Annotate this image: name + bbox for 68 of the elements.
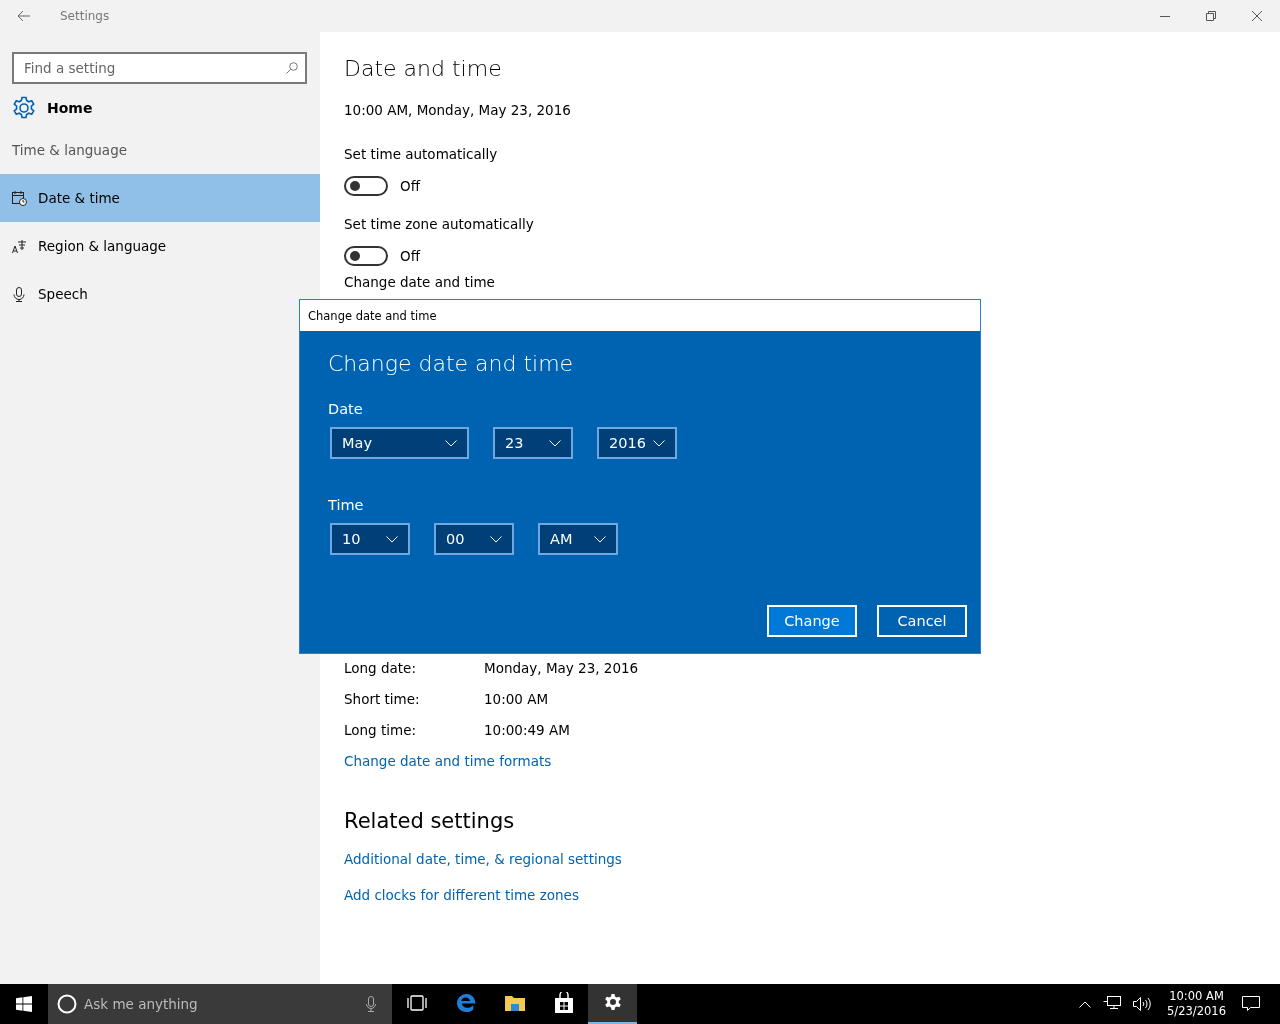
formats-link[interactable]: Change date and time formats	[344, 753, 552, 769]
microphone-icon	[12, 286, 27, 302]
section-heading: Time & language	[12, 142, 127, 160]
toggle-switch[interactable]	[344, 176, 388, 196]
taskbar-app-button[interactable]	[588, 984, 637, 1024]
toggle-state: Off	[400, 178, 420, 194]
microphone-icon[interactable]	[366, 996, 376, 1012]
taskbar-search-field[interactable]: Ask me anything	[48, 984, 392, 1024]
clock-time: 10:00 AM	[1169, 989, 1224, 1004]
task-view-icon	[406, 995, 427, 1011]
calendar-icon	[12, 190, 27, 206]
restore-icon	[1206, 11, 1216, 21]
close-icon	[1252, 11, 1262, 21]
toggle-switch[interactable]	[344, 246, 388, 266]
chevron-down-icon	[386, 535, 398, 543]
field-label: Date	[328, 401, 363, 419]
folder-icon	[503, 993, 526, 1013]
browser-icon	[454, 992, 477, 1014]
chevron-down-icon	[445, 439, 457, 447]
dropdown[interactable]: 2016	[597, 427, 677, 459]
format-value: 10:00:49 AM	[484, 722, 571, 740]
language-icon	[12, 238, 27, 254]
notification-icon[interactable]	[1242, 996, 1260, 1012]
related-heading: Related settings	[344, 809, 515, 835]
format-value: 10:00 AM	[484, 691, 550, 709]
search-field[interactable]: Find a setting	[12, 52, 307, 84]
gear-icon	[12, 96, 36, 120]
dialog-heading: Change date and time	[328, 351, 574, 378]
chevron-down-icon	[594, 535, 606, 543]
dropdown[interactable]: 10	[330, 523, 410, 555]
chevron-down-icon	[549, 439, 561, 447]
volume-icon[interactable]	[1133, 997, 1152, 1011]
gear-icon	[602, 993, 623, 1013]
circle-icon	[57, 994, 77, 1014]
format-label: Long time:	[344, 722, 417, 740]
current-date-time: 10:00 AM, Monday, May 23, 2016	[344, 102, 571, 120]
clock[interactable]: 10:00 AM 5/23/2016	[1163, 989, 1230, 1019]
toggle-label: Set time automatically	[344, 146, 498, 164]
chevron-up-icon[interactable]	[1079, 1000, 1092, 1008]
cancel-button[interactable]: Cancel	[877, 605, 967, 637]
network-icon[interactable]	[1103, 996, 1122, 1012]
chevron-down-icon	[490, 535, 502, 543]
dropdown[interactable]: 23	[493, 427, 573, 459]
related-link[interactable]: Additional date, time, & regional settings	[344, 851, 622, 867]
clock-date: 5/23/2016	[1167, 1004, 1226, 1019]
home-link[interactable]: Home	[12, 94, 93, 122]
back-arrow-icon	[17, 10, 31, 22]
window-title: Settings	[60, 9, 110, 23]
related-link[interactable]: Add clocks for different time zones	[344, 887, 579, 903]
search-icon	[286, 62, 298, 74]
format-label: Short time:	[344, 691, 421, 709]
toggle-label: Set time zone automatically	[344, 216, 534, 234]
field-label: Time	[328, 497, 364, 515]
dropdown[interactable]: AM	[538, 523, 618, 555]
format-value: Monday, May 23, 2016	[484, 660, 639, 678]
store-icon	[553, 992, 574, 1014]
dropdown[interactable]: May	[330, 427, 469, 459]
dropdown[interactable]: 00	[434, 523, 514, 555]
page-title: Date and time	[344, 56, 502, 83]
windows-logo-icon	[16, 996, 32, 1012]
nav-item[interactable]: Region & language	[0, 222, 320, 270]
dialog-title: Change date and time	[308, 308, 437, 323]
nav-item[interactable]: Date & time	[0, 174, 320, 222]
change-button[interactable]: Change	[767, 605, 857, 637]
toggle-state: Off	[400, 248, 420, 264]
format-label: Long date:	[344, 660, 417, 678]
chevron-down-icon	[653, 439, 665, 447]
section-heading: Change date and time	[344, 274, 495, 290]
